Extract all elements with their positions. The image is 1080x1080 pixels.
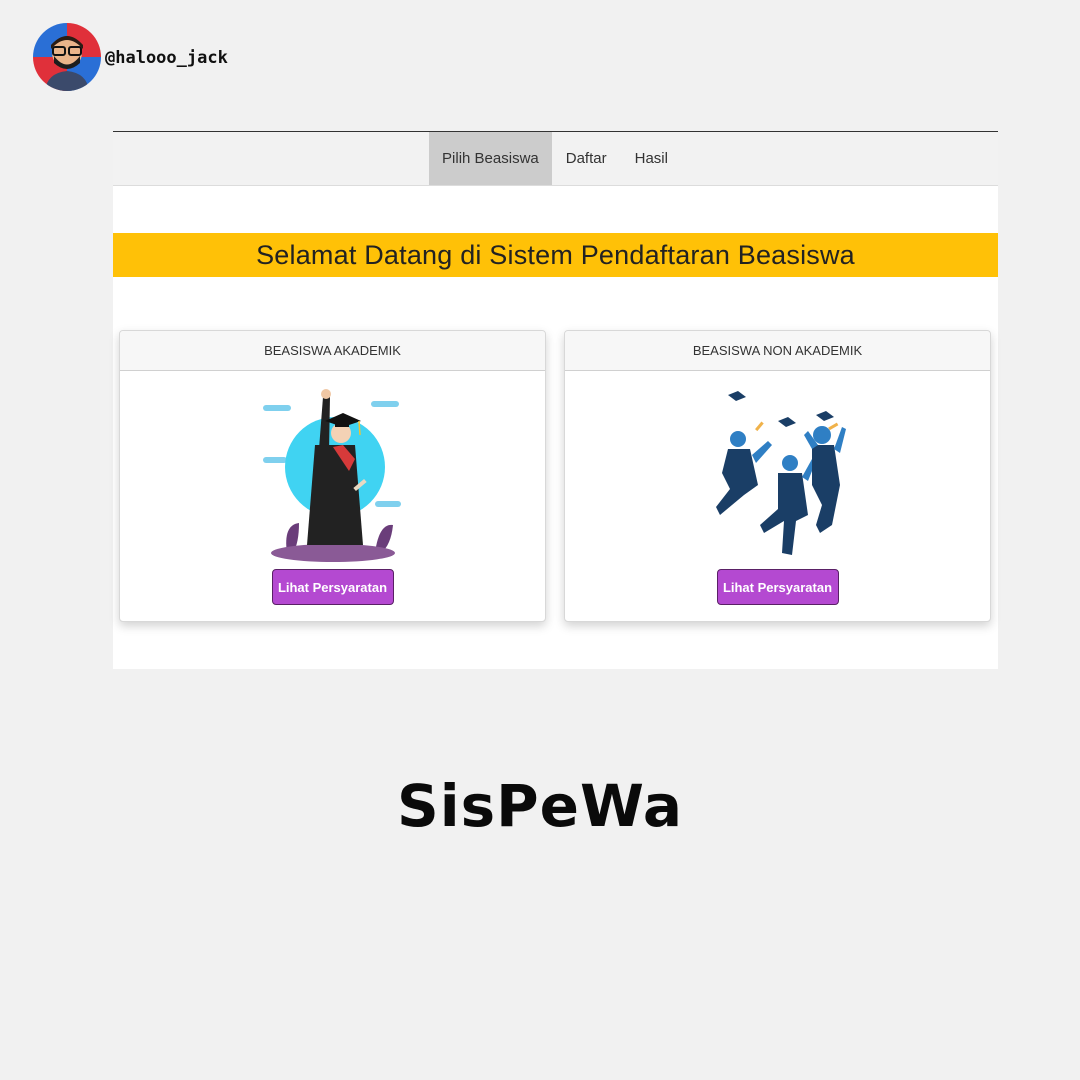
author-handle: @halooo_jack xyxy=(105,48,228,68)
avatar-icon xyxy=(33,23,101,91)
card-beasiswa-akademik: BEASISWA AKADEMIK Lihat Persyaratan xyxy=(119,330,546,622)
card-beasiswa-non-akademik: BEASISWA NON AKADEMIK Lihat Persyaratan xyxy=(564,330,991,622)
app-name-caption: SisPeWa xyxy=(396,772,684,840)
app-window: Pilih Beasiswa Daftar Hasil Selamat Data… xyxy=(113,131,998,669)
author-badge: @halooo_jack xyxy=(33,23,228,91)
nav-pilih-beasiswa[interactable]: Pilih Beasiswa xyxy=(429,132,552,185)
nav-daftar[interactable]: Daftar xyxy=(552,132,621,185)
card-header: BEASISWA NON AKADEMIK xyxy=(565,331,990,371)
top-navbar: Pilih Beasiswa Daftar Hasil xyxy=(113,132,998,186)
welcome-banner: Selamat Datang di Sistem Pendaftaran Bea… xyxy=(113,233,998,277)
graduate-illustration xyxy=(262,389,401,562)
lihat-persyaratan-button[interactable]: Lihat Persyaratan xyxy=(716,569,839,605)
nav-hasil[interactable]: Hasil xyxy=(621,132,682,185)
page-title: Selamat Datang di Sistem Pendaftaran Bea… xyxy=(256,239,855,270)
lihat-persyaratan-button[interactable]: Lihat Persyaratan xyxy=(271,569,394,605)
card-header: BEASISWA AKADEMIK xyxy=(120,331,545,371)
celebrating-graduates-illustration xyxy=(715,391,846,555)
